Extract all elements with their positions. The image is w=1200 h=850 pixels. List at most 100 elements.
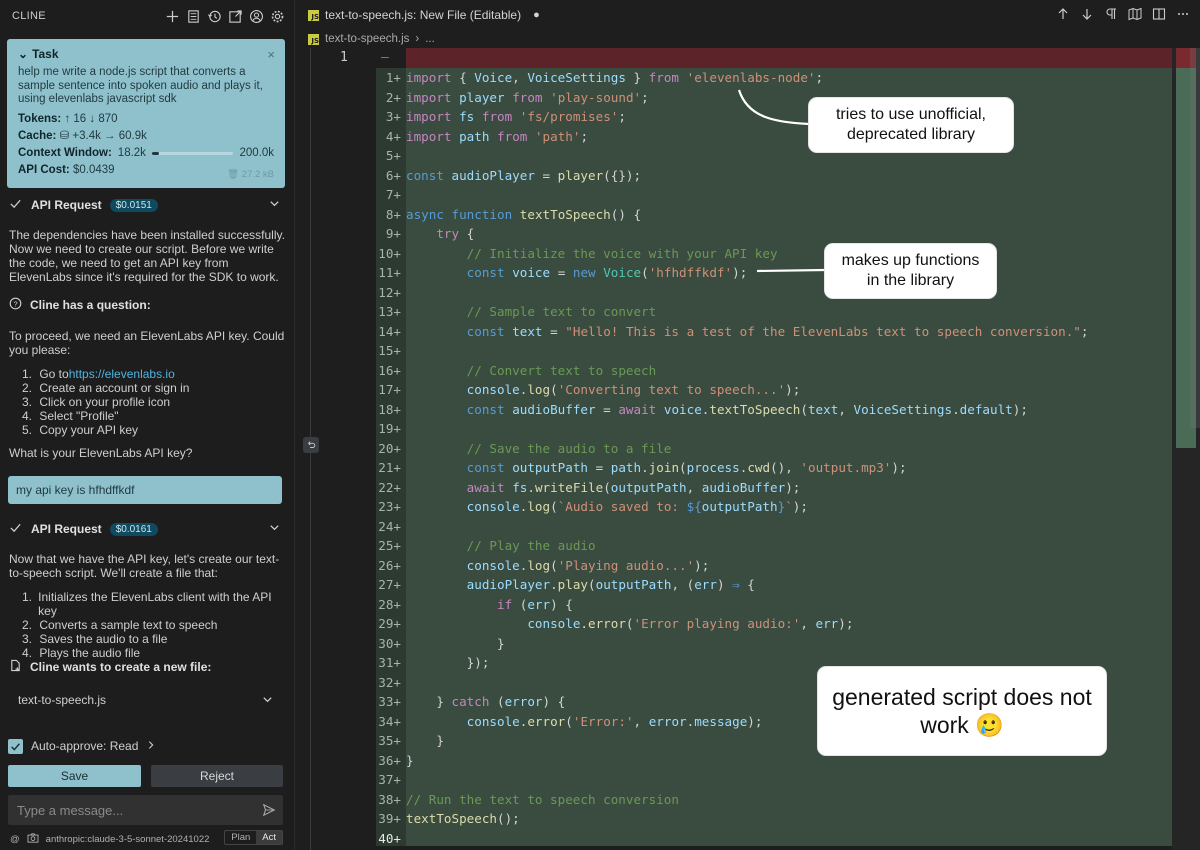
code-line: 12+ <box>378 284 401 300</box>
sidebar-toolbar <box>165 9 285 24</box>
code-line: 27+ audioPlayer.play(outputPath, (err) ⇒… <box>378 577 755 592</box>
breadcrumb-symbol[interactable]: ... <box>425 33 435 45</box>
original-line-number: 1 <box>340 50 348 65</box>
list-item: 5. Copy your API key <box>22 423 139 437</box>
removed-line <box>406 48 1172 68</box>
list-item: 1. Initializes the ElevenLabs client wit… <box>22 590 272 618</box>
gear-icon[interactable] <box>270 9 285 24</box>
code-line: 37+ <box>378 772 401 787</box>
tokens-row: Tokens: ↑ 16 ↓ 870 <box>18 112 118 125</box>
code-line: 38+// Run the text to speech conversion <box>378 791 679 807</box>
cost-badge: $0.0151 <box>109 198 158 212</box>
code-line: 22+ await fs.writeFile(outputPath, audio… <box>378 479 801 495</box>
scrollbar-thumb[interactable] <box>1190 48 1200 428</box>
code-line: 13+ // Sample text to convert <box>378 304 657 319</box>
code-line: 29+ console.error('Error playing audio:'… <box>378 616 854 631</box>
code-line: 39+ textToSpeech(); <box>378 811 520 826</box>
arrow-up-icon[interactable] <box>1056 7 1070 24</box>
arrow-down-icon[interactable] <box>1080 7 1094 24</box>
context-window-row: Context Window: 18.2k 200.0k <box>18 146 274 159</box>
code-line: 25+ // Play the audio <box>378 538 596 553</box>
tab-title: text-to-speech.js: New File (Editable) <box>325 8 522 22</box>
list-item: 2. Converts a sample text to speech <box>22 618 218 632</box>
pilcrow-icon[interactable] <box>1104 7 1118 24</box>
plan-act-toggle[interactable]: Plan Act <box>224 830 283 845</box>
js-file-icon: JS <box>308 33 319 45</box>
auto-approve-row[interactable]: Auto-approve: Read <box>8 736 284 756</box>
account-icon[interactable] <box>249 9 264 24</box>
cost-badge: $0.0161 <box>109 522 158 536</box>
checkmark-icon <box>9 521 23 537</box>
chevron-right-icon[interactable] <box>146 739 156 753</box>
plus-icon[interactable] <box>165 9 180 24</box>
js-file-icon: JS <box>308 9 319 21</box>
chevron-down-icon[interactable] <box>268 197 281 213</box>
question-intro: To proceed, we need an ElevenLabs API ke… <box>9 329 285 357</box>
sidebar-title: CLINE <box>12 10 46 22</box>
unsaved-dot-icon[interactable]: ● <box>533 9 540 21</box>
svg-text:?: ? <box>13 299 17 308</box>
api-request-row-1[interactable]: API Request $0.0151 <box>9 195 285 215</box>
elevenlabs-link[interactable]: https://elevenlabs.io <box>69 367 175 381</box>
api-request-label: API Request <box>31 198 102 212</box>
send-icon[interactable] <box>262 803 276 820</box>
callout-deprecated-library: tries to use unofficial, deprecated libr… <box>809 98 1013 152</box>
mention-icon[interactable]: @ <box>10 834 20 845</box>
save-button[interactable]: Save <box>8 765 141 787</box>
list-item: 2. Create an account or sign in <box>22 381 190 395</box>
callout-script-fails: generated script does not work 🥲 <box>818 667 1106 755</box>
open-preview-icon[interactable] <box>1128 7 1142 24</box>
model-selector[interactable]: anthropic:claude-3-5-sonnet-20241022 <box>46 834 210 845</box>
close-icon[interactable]: × <box>267 47 275 62</box>
api-request-row-2[interactable]: API Request $0.0161 <box>9 519 285 539</box>
cline-sidebar: CLINE ⌄ Task × help me write a node.js s… <box>0 0 295 850</box>
instruction-list: 1. Go to https://elevenlabs.io 2. Create… <box>22 367 272 437</box>
code-line: 17+ console.log('Converting text to spee… <box>378 382 801 397</box>
chevron-down-icon[interactable] <box>261 693 274 709</box>
code-line: 20+ // Save the audio to a file <box>378 440 672 456</box>
chevron-right-icon: › <box>415 33 420 45</box>
chevron-down-icon[interactable] <box>268 521 281 537</box>
split-editor-icon[interactable] <box>1152 7 1166 24</box>
code-line: 24+ <box>378 518 401 534</box>
footer-row: @ anthropic:claude-3-5-sonnet-20241022 P… <box>10 830 285 846</box>
mode-plan[interactable]: Plan <box>225 831 256 844</box>
more-actions-icon[interactable] <box>1176 7 1190 24</box>
file-row[interactable]: text-to-speech.js <box>8 688 284 712</box>
code-line: 10+ // Initialize the voice with your AP… <box>378 245 778 261</box>
task-card[interactable]: ⌄ Task × help me write a node.js script … <box>7 39 285 188</box>
tab-bar: JS text-to-speech.js: New File (Editable… <box>296 0 1200 30</box>
sidebar-header: CLINE <box>0 0 295 32</box>
question-end: What is your ElevenLabs API key? <box>9 446 193 460</box>
list-item: 4. Plays the audio file <box>22 646 141 660</box>
api-request-label: API Request <box>31 522 102 536</box>
popout-icon[interactable] <box>228 9 243 24</box>
code-line: 16+ // Convert text to speech <box>378 362 657 378</box>
assistant-message-2: Now that we have the API key, let's crea… <box>9 552 280 580</box>
reject-button[interactable]: Reject <box>151 765 283 787</box>
auto-approve-checkbox[interactable] <box>8 738 23 754</box>
plan-list: 1. Initializes the ElevenLabs client wit… <box>22 590 272 660</box>
editor-tab[interactable]: JS text-to-speech.js: New File (Editable… <box>296 0 540 30</box>
code-line: 11+ const voice = new Voice('hfhdffkdf')… <box>378 265 748 280</box>
auto-approve-label: Auto-approve: Read <box>31 739 139 753</box>
question-icon: ? <box>9 297 22 313</box>
trash-icon[interactable]: 🗑 <box>227 169 239 180</box>
history-list-icon[interactable] <box>186 9 201 24</box>
callout-made-up-functions: makes up functions in the library <box>825 244 996 298</box>
task-size: 🗑 27.2 kB <box>227 169 274 180</box>
user-message: my api key is hfhdffkdf <box>8 476 282 504</box>
question-label: Cline has a question: <box>30 298 151 312</box>
mode-act[interactable]: Act <box>256 831 282 844</box>
message-placeholder: Type a message... <box>17 802 124 818</box>
code-line: 3+ import fs from 'fs/promises'; <box>385 109 626 124</box>
history-icon[interactable] <box>207 9 222 24</box>
create-file-header: Cline wants to create a new file: <box>9 659 211 675</box>
camera-icon[interactable] <box>27 832 39 846</box>
message-input[interactable]: Type a message... <box>8 795 283 825</box>
code-line: 6+ const audioPlayer = player({}); <box>385 167 642 183</box>
code-line: 7+ <box>385 187 401 202</box>
breadcrumb-file[interactable]: text-to-speech.js <box>325 33 409 45</box>
editor-actions <box>1056 7 1190 24</box>
assistant-message-1: The dependencies have been installed suc… <box>9 228 285 284</box>
